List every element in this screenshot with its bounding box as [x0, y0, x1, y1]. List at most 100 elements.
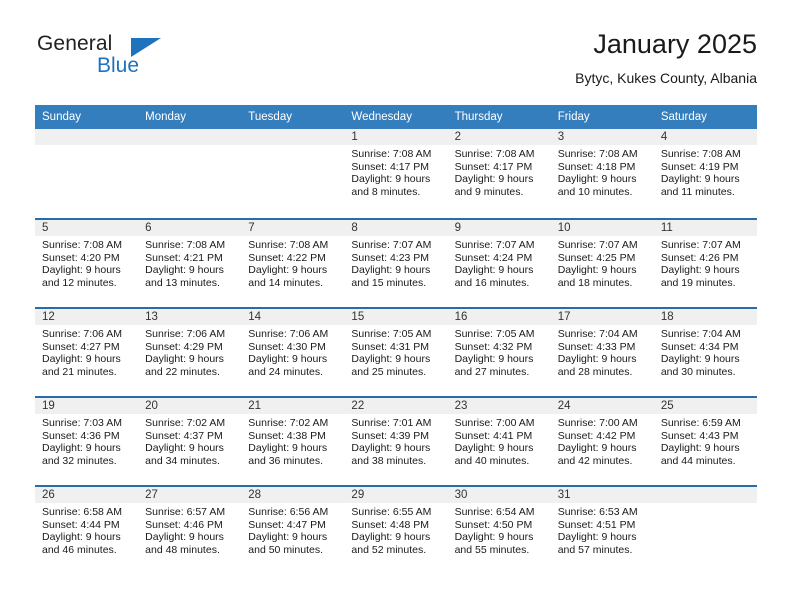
day-detail-line: Sunset: 4:17 PM	[454, 160, 533, 173]
day-details: Sunrise: 6:59 AM Sunset: 4:43 PM Daylight:…	[654, 414, 757, 468]
calendar-day-cell[interactable]: 1 Sunrise: 7:08 AM Sunset: 4:17 PM Daylight…	[344, 129, 448, 218]
day-detail-line: Daylight: 9 hours	[557, 353, 637, 366]
day-detail-line: Sunrise: 7:00 AM	[557, 417, 638, 429]
day-detail-line: Sunset: 4:32 PM	[454, 340, 533, 353]
day-number: 27	[138, 487, 242, 503]
calendar-day-cell[interactable]: 9 Sunrise: 7:07 AM Sunset: 4:24 PM Daylight…	[447, 218, 551, 307]
calendar-day-cell[interactable]: 13 Sunrise: 7:06 AM Sunset: 4:29 PM Dayligh…	[138, 307, 242, 396]
calendar-day-cell[interactable]: 6 Sunrise: 7:08 AM Sunset: 4:21 PM Daylight…	[138, 218, 242, 307]
day-detail-line: Sunset: 4:20 PM	[42, 251, 120, 264]
day-detail-line: Sunrise: 6:53 AM	[557, 506, 638, 518]
day-details	[654, 503, 757, 506]
day-details: Sunrise: 7:04 AM Sunset: 4:33 PM Daylight:…	[551, 325, 654, 379]
day-detail-line: Sunset: 4:41 PM	[454, 429, 533, 442]
day-detail-line: Sunset: 4:18 PM	[557, 160, 636, 173]
calendar-day-cell[interactable]: 7 Sunrise: 7:08 AM Sunset: 4:22 PM Daylight…	[241, 218, 345, 307]
calendar-table: Sunday Monday Tuesday Wednesday Thursday Frid…	[35, 105, 757, 574]
day-number: 16	[447, 309, 551, 325]
calendar-day-cell[interactable]: 15 Sunrise: 7:05 AM Sunset: 4:31 PM Dayligh…	[344, 307, 448, 396]
calendar-day-cell[interactable]: 10 Sunrise: 7:07 AM Sunset: 4:25 PM Dayligh…	[550, 218, 654, 307]
day-number: 7	[241, 220, 345, 236]
day-detail-line: Sunrise: 7:07 AM	[660, 239, 741, 251]
calendar-day-cell[interactable]: 8 Sunrise: 7:07 AM Sunset: 4:23 PM Daylight…	[344, 218, 448, 307]
calendar-day-cell[interactable]: 31 Sunrise: 6:53 AM Sunset: 4:51 PM Dayligh…	[550, 485, 654, 574]
day-detail-line: Sunrise: 6:56 AM	[248, 506, 329, 518]
calendar-day-cell[interactable]: 11 Sunrise: 7:07 AM Sunset: 4:26 PM Dayligh…	[653, 218, 757, 307]
day-detail-line: Sunrise: 7:07 AM	[557, 239, 638, 251]
day-number: 21	[241, 398, 345, 414]
day-detail-line: Sunrise: 7:02 AM	[145, 417, 226, 429]
day-detail-line: Daylight: 9 hours	[454, 264, 534, 277]
calendar-day-cell[interactable]: 29 Sunrise: 6:55 AM Sunset: 4:48 PM Dayligh…	[344, 485, 448, 574]
day-detail-line: Sunset: 4:24 PM	[454, 251, 533, 264]
calendar-day-cell[interactable]: 20 Sunrise: 7:02 AM Sunset: 4:37 PM Dayligh…	[138, 396, 242, 485]
day-detail-line: Daylight: 9 hours	[557, 264, 637, 277]
calendar-day-cell[interactable]: 2 Sunrise: 7:08 AM Sunset: 4:17 PM Daylight…	[447, 129, 551, 218]
day-detail-line: Daylight: 9 hours	[660, 442, 740, 455]
day-detail-line: Sunrise: 7:06 AM	[42, 328, 122, 340]
calendar-day-cell[interactable]: 22 Sunrise: 7:01 AM Sunset: 4:39 PM Dayligh…	[344, 396, 448, 485]
day-detail-line: and 27 minutes.	[454, 366, 530, 379]
day-detail-line: Daylight: 9 hours	[145, 353, 224, 366]
calendar-day-cell[interactable]: 4 Sunrise: 7:08 AM Sunset: 4:19 PM Daylight…	[653, 129, 757, 218]
day-number: 10	[550, 220, 654, 236]
day-detail-line: Daylight: 9 hours	[42, 264, 121, 277]
day-details: Sunrise: 6:56 AM Sunset: 4:47 PM Daylight:…	[241, 503, 344, 557]
calendar-day-cell[interactable]: 5 Sunrise: 7:08 AM Sunset: 4:20 PM Daylight…	[35, 218, 139, 307]
day-detail-line: Daylight: 9 hours	[454, 442, 534, 455]
day-detail-line: Sunrise: 7:08 AM	[557, 148, 638, 160]
day-detail-line: Sunset: 4:21 PM	[145, 251, 223, 264]
day-detail-line: and 36 minutes.	[248, 455, 323, 468]
calendar-day-cell[interactable]: 28 Sunrise: 6:56 AM Sunset: 4:47 PM Dayligh…	[241, 485, 345, 574]
day-details: Sunrise: 7:08 AM Sunset: 4:22 PM Daylight:…	[241, 236, 344, 290]
day-detail-line: and 25 minutes.	[351, 366, 427, 379]
calendar-week-row: 12 Sunrise: 7:06 AM Sunset: 4:27 PM Dayligh…	[35, 307, 757, 396]
day-details: Sunrise: 6:55 AM Sunset: 4:48 PM Daylight:…	[344, 503, 447, 557]
day-detail-line: and 50 minutes.	[248, 544, 323, 557]
day-detail-line: Sunrise: 7:04 AM	[557, 328, 638, 340]
day-detail-line: Daylight: 9 hours	[42, 442, 121, 455]
calendar-day-cell[interactable]: 26 Sunrise: 6:58 AM Sunset: 4:44 PM Dayligh…	[35, 485, 139, 574]
day-detail-line: and 24 minutes.	[248, 366, 323, 379]
calendar-day-cell[interactable]: 19 Sunrise: 7:03 AM Sunset: 4:36 PM Dayligh…	[35, 396, 139, 485]
day-detail-line: Daylight: 9 hours	[351, 442, 431, 455]
calendar-day-cell[interactable]: 27 Sunrise: 6:57 AM Sunset: 4:46 PM Dayligh…	[138, 485, 242, 574]
day-detail-line: Sunset: 4:22 PM	[248, 251, 326, 264]
calendar-day-cell[interactable]: 16 Sunrise: 7:05 AM Sunset: 4:32 PM Dayligh…	[447, 307, 551, 396]
calendar-day-cell[interactable]: 3 Sunrise: 7:08 AM Sunset: 4:18 PM Daylight…	[550, 129, 654, 218]
calendar-header-row: Sunday Monday Tuesday Wednesday Thursday Frid…	[35, 105, 757, 129]
day-detail-line: and 9 minutes.	[454, 186, 524, 199]
day-detail-line: and 57 minutes.	[557, 544, 633, 557]
calendar-day-cell[interactable]: 17 Sunrise: 7:04 AM Sunset: 4:33 PM Dayligh…	[550, 307, 654, 396]
day-number: 31	[550, 487, 654, 503]
calendar-day-cell[interactable]: 25 Sunrise: 6:59 AM Sunset: 4:43 PM Dayligh…	[653, 396, 757, 485]
day-detail-line: Sunset: 4:50 PM	[454, 518, 533, 531]
day-details: Sunrise: 7:08 AM Sunset: 4:20 PM Daylight:…	[35, 236, 138, 290]
day-detail-line: Sunrise: 6:59 AM	[660, 417, 741, 429]
calendar-week-row: 5 Sunrise: 7:08 AM Sunset: 4:20 PM Daylight…	[35, 218, 757, 307]
calendar-day-cell[interactable]: 21 Sunrise: 7:02 AM Sunset: 4:38 PM Dayligh…	[241, 396, 345, 485]
day-detail-line: Daylight: 9 hours	[248, 264, 328, 277]
calendar-day-cell[interactable]: 24 Sunrise: 7:00 AM Sunset: 4:42 PM Dayligh…	[550, 396, 654, 485]
day-detail-line: Sunrise: 7:05 AM	[351, 328, 432, 340]
day-detail-line: Daylight: 9 hours	[351, 531, 431, 544]
day-detail-line: Sunset: 4:43 PM	[660, 429, 739, 442]
weekday-header-friday: Friday	[550, 105, 654, 129]
weekday-header-tuesday: Tuesday	[241, 105, 345, 129]
day-number: 30	[447, 487, 551, 503]
day-details: Sunrise: 7:08 AM Sunset: 4:17 PM Daylight:…	[448, 145, 551, 199]
calendar-day-cell[interactable]: 12 Sunrise: 7:06 AM Sunset: 4:27 PM Dayligh…	[35, 307, 139, 396]
day-number: 18	[653, 309, 757, 325]
day-number: 2	[447, 129, 551, 145]
calendar-day-cell[interactable]: 30 Sunrise: 6:54 AM Sunset: 4:50 PM Dayligh…	[447, 485, 551, 574]
day-number: 28	[241, 487, 345, 503]
day-detail-line: Sunset: 4:38 PM	[248, 429, 326, 442]
calendar-day-cell[interactable]: 18 Sunrise: 7:04 AM Sunset: 4:34 PM Dayligh…	[653, 307, 757, 396]
calendar-week-row: 19 Sunrise: 7:03 AM Sunset: 4:36 PM Dayligh…	[35, 396, 757, 485]
day-number	[138, 129, 242, 145]
calendar-day-cell[interactable]: 23 Sunrise: 7:00 AM Sunset: 4:41 PM Dayligh…	[447, 396, 551, 485]
calendar-cell-empty	[241, 129, 345, 218]
day-detail-line: Daylight: 9 hours	[351, 264, 431, 277]
calendar-day-cell[interactable]: 14 Sunrise: 7:06 AM Sunset: 4:30 PM Dayligh…	[241, 307, 345, 396]
day-detail-line: Daylight: 9 hours	[145, 442, 224, 455]
